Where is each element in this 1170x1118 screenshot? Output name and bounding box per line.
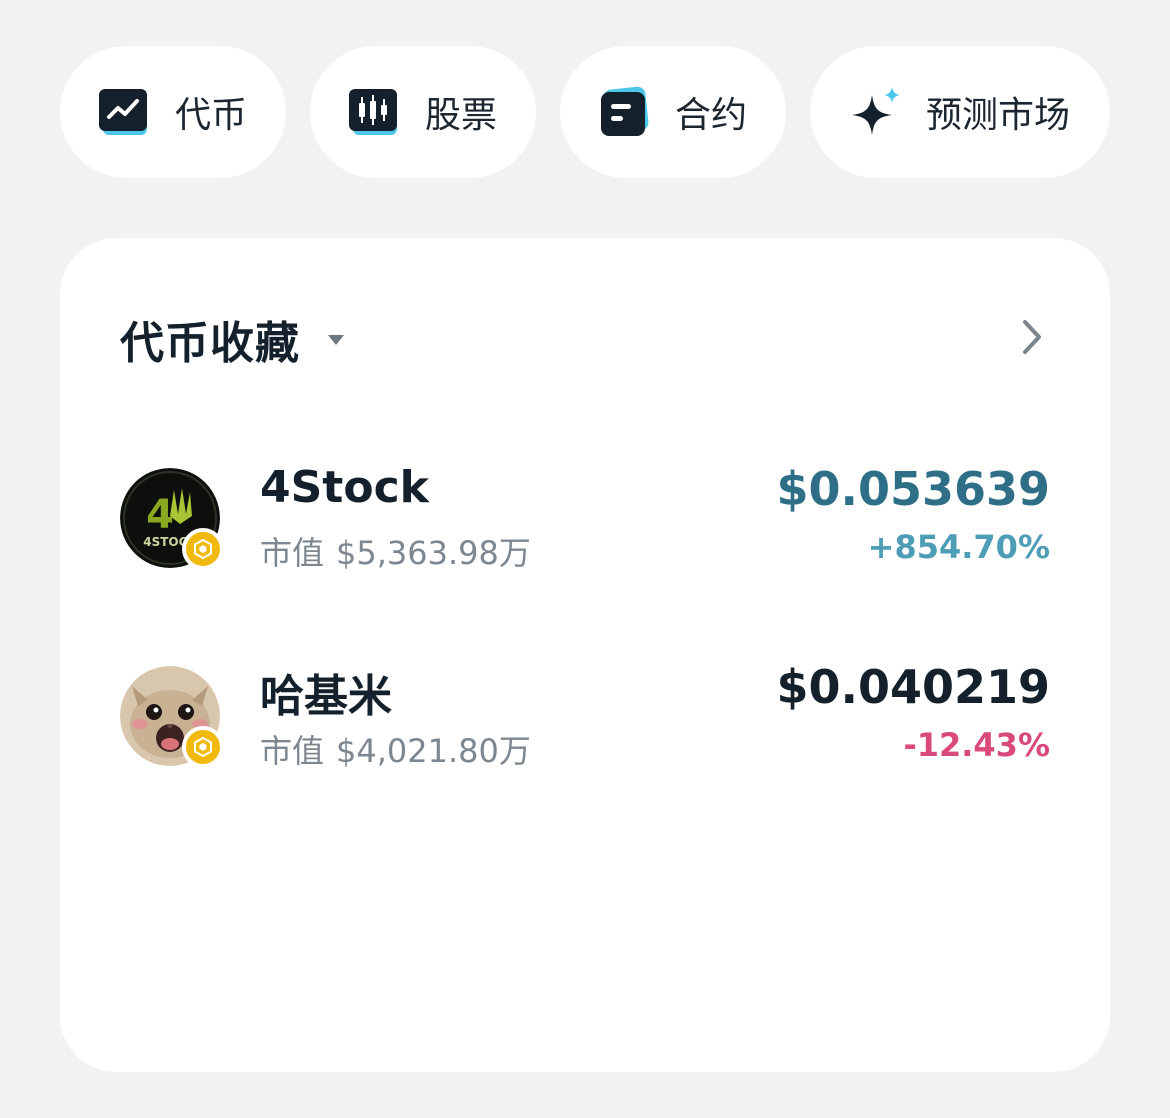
market-cap: 市值 $4,021.80万 — [260, 726, 531, 772]
watchlist-card: 代币收藏 4 4STOCK 4Stock 市值 $5,363.98万 $0.05… — [60, 238, 1110, 1072]
contract-card-icon — [599, 85, 653, 139]
tab-stocks[interactable]: 股票 — [310, 46, 536, 178]
tab-contracts[interactable]: 合约 — [560, 46, 786, 178]
category-tabs: 代币 股票 合约 预测市场 — [60, 46, 1110, 178]
tab-tokens[interactable]: 代币 — [60, 46, 286, 178]
price-change: -12.43% — [903, 726, 1050, 764]
watchlist-header: 代币收藏 — [120, 304, 1044, 374]
token-name: 哈基米 — [260, 671, 392, 722]
market-cap-label: 市值 — [260, 732, 325, 770]
chart-line-icon — [98, 85, 153, 139]
token-price: $0.040219 — [776, 660, 1050, 714]
market-cap-value: $4,021.80万 — [336, 732, 531, 770]
token-name: 4Stock — [260, 462, 429, 513]
svg-text:4: 4 — [146, 492, 174, 538]
market-cap-value: $5,363.98万 — [336, 534, 531, 572]
caret-down-icon[interactable] — [326, 332, 346, 351]
tab-contracts-label: 合约 — [674, 95, 747, 136]
token-row[interactable]: 哈基米 市值 $4,021.80万 $0.040219 -12.43% — [120, 660, 1050, 776]
watchlist-title[interactable]: 代币收藏 — [120, 307, 300, 371]
candlestick-icon — [348, 85, 403, 139]
bnb-chain-badge-icon — [182, 528, 224, 570]
chevron-right-icon[interactable] — [1020, 318, 1044, 360]
tab-tokens-label: 代币 — [174, 95, 247, 136]
sparkle-icon — [850, 85, 904, 139]
tab-prediction-market-label: 预测市场 — [925, 95, 1070, 136]
price-change: +854.70% — [867, 528, 1050, 566]
tab-prediction-market[interactable]: 预测市场 — [810, 46, 1110, 178]
tab-stocks-label: 股票 — [424, 95, 497, 136]
token-row[interactable]: 4 4STOCK 4Stock 市值 $5,363.98万 $0.053639 +… — [120, 462, 1050, 578]
token-price: $0.053639 — [776, 462, 1050, 516]
market-cap-label: 市值 — [260, 534, 325, 572]
market-cap: 市值 $5,363.98万 — [260, 528, 531, 574]
bnb-chain-badge-icon — [182, 726, 224, 768]
